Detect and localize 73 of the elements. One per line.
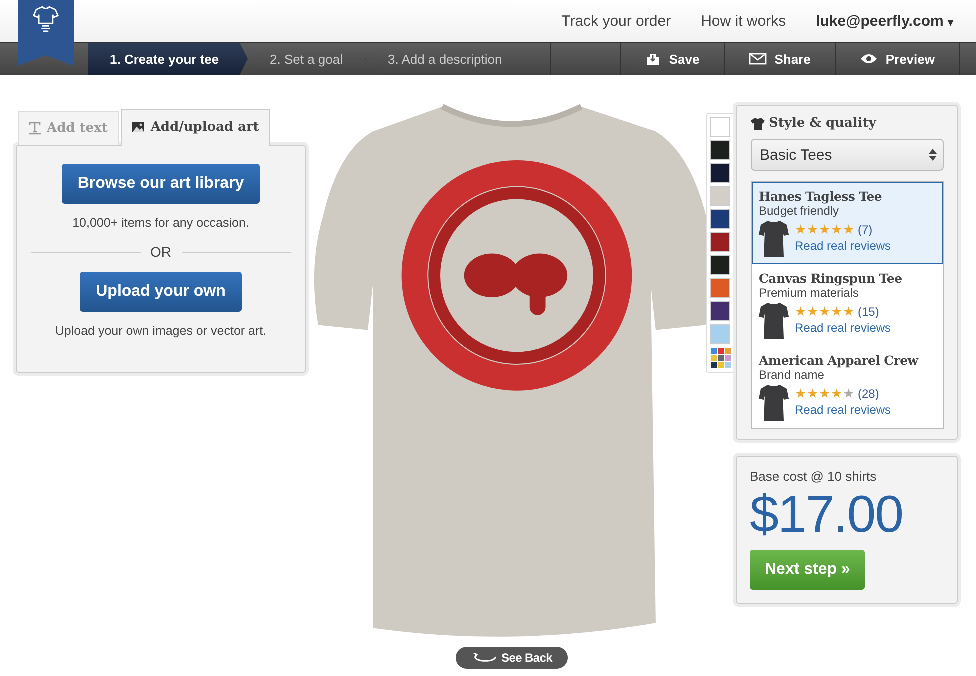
or-divider-text: OR bbox=[150, 244, 172, 260]
header-link[interactable]: How it works bbox=[701, 12, 786, 30]
header-link[interactable]: Track your order bbox=[562, 12, 672, 30]
browse-art-button[interactable]: Browse our art library bbox=[62, 164, 260, 204]
product-name: Hanes Tagless Tee bbox=[759, 189, 884, 204]
star-icon: ★ bbox=[807, 223, 819, 237]
design-tab[interactable]: Add/upload art bbox=[120, 109, 270, 146]
star-icon: ★ bbox=[795, 223, 807, 237]
star-icon: ★ bbox=[831, 223, 843, 237]
reviews-link[interactable]: Read real reviews bbox=[795, 403, 892, 417]
reviews-link[interactable]: Read real reviews bbox=[795, 321, 892, 335]
star-icon: ★ bbox=[795, 305, 807, 319]
review-count: (28) bbox=[858, 387, 880, 401]
price-value: $17.00 bbox=[750, 486, 904, 544]
reviews-link[interactable]: Read real reviews bbox=[795, 239, 892, 253]
toolbar-button[interactable]: Save bbox=[620, 43, 724, 75]
step-tab[interactable]: 1. Create your tee bbox=[88, 43, 248, 75]
star-icon: ★ bbox=[843, 305, 855, 319]
color-swatch[interactable] bbox=[710, 186, 730, 206]
review-count: (15) bbox=[858, 305, 880, 319]
star-icon: ★ bbox=[819, 305, 831, 319]
star-icon: ★ bbox=[843, 223, 855, 237]
browse-note: 10,000+ items for any occasion. bbox=[72, 216, 250, 230]
account-menu[interactable]: luke@peerfly.com ▾ bbox=[816, 12, 954, 30]
star-icon: ★ bbox=[807, 305, 819, 319]
rotate-icon bbox=[472, 653, 498, 663]
star-icon: ★ bbox=[831, 305, 843, 319]
step-tab[interactable]: 3. Add a description bbox=[366, 43, 551, 75]
logo-ribbon[interactable] bbox=[18, 0, 74, 66]
t-shirt-thumbnail-icon bbox=[759, 384, 789, 422]
t-shirt-thumbnail-icon bbox=[759, 220, 789, 258]
upload-button[interactable]: Upload your own bbox=[80, 272, 242, 312]
more-colors-icon[interactable] bbox=[710, 347, 732, 369]
color-swatch[interactable] bbox=[710, 163, 730, 183]
product-name: Canvas Ringspun Tee bbox=[759, 271, 904, 286]
product-subtitle: Brand name bbox=[759, 368, 826, 382]
star-icon: ★ bbox=[795, 387, 807, 401]
color-swatch[interactable] bbox=[710, 117, 730, 137]
image-icon bbox=[132, 122, 145, 132]
star-icon: ★ bbox=[819, 223, 831, 237]
save-icon bbox=[645, 52, 662, 66]
product-option[interactable]: Hanes Tagless Tee Budget friendly ★★★★★ (7) Read real reviews bbox=[752, 182, 943, 264]
color-swatch[interactable] bbox=[710, 324, 730, 344]
step-tab[interactable]: 2. Set a goal bbox=[248, 43, 366, 75]
envelope-icon bbox=[748, 53, 767, 65]
toolbar-button[interactable]: Share bbox=[724, 43, 835, 75]
color-swatch[interactable] bbox=[710, 278, 730, 298]
see-back-button[interactable]: See Back bbox=[456, 647, 568, 669]
price-label: Base cost @ 10 shirts bbox=[750, 469, 878, 484]
star-icon: ★ bbox=[831, 387, 843, 401]
toolbar-button[interactable]: Preview bbox=[834, 43, 959, 75]
star-icon: ★ bbox=[843, 387, 855, 401]
star-icon: ★ bbox=[819, 387, 831, 401]
eye-icon bbox=[860, 53, 878, 65]
select-arrows-icon bbox=[929, 148, 937, 162]
color-swatch[interactable] bbox=[710, 209, 730, 229]
t-shirt-thumbnail-icon bbox=[759, 302, 789, 340]
panel-title: Style & quality bbox=[769, 116, 876, 131]
style-select[interactable]: Basic Tees bbox=[751, 139, 944, 171]
color-swatch[interactable] bbox=[710, 255, 730, 275]
t-shirt-icon bbox=[751, 118, 765, 130]
product-option[interactable]: Canvas Ringspun Tee Premium materials ★★★★★ (15) Read real reviews bbox=[752, 264, 943, 346]
product-name: American Apparel Crew bbox=[759, 353, 920, 368]
product-subtitle: Budget friendly bbox=[759, 204, 840, 218]
color-swatch[interactable] bbox=[710, 232, 730, 252]
review-count: (7) bbox=[858, 223, 873, 237]
color-swatch[interactable] bbox=[710, 301, 730, 321]
star-icon: ★ bbox=[807, 387, 819, 401]
upload-note: Upload your own images or vector art. bbox=[55, 324, 267, 338]
text-icon bbox=[29, 122, 41, 135]
color-swatch[interactable] bbox=[710, 140, 730, 160]
product-subtitle: Premium materials bbox=[759, 286, 860, 300]
product-option[interactable]: American Apparel Crew Brand name ★★★★★ (28) Read real reviews bbox=[752, 346, 943, 428]
